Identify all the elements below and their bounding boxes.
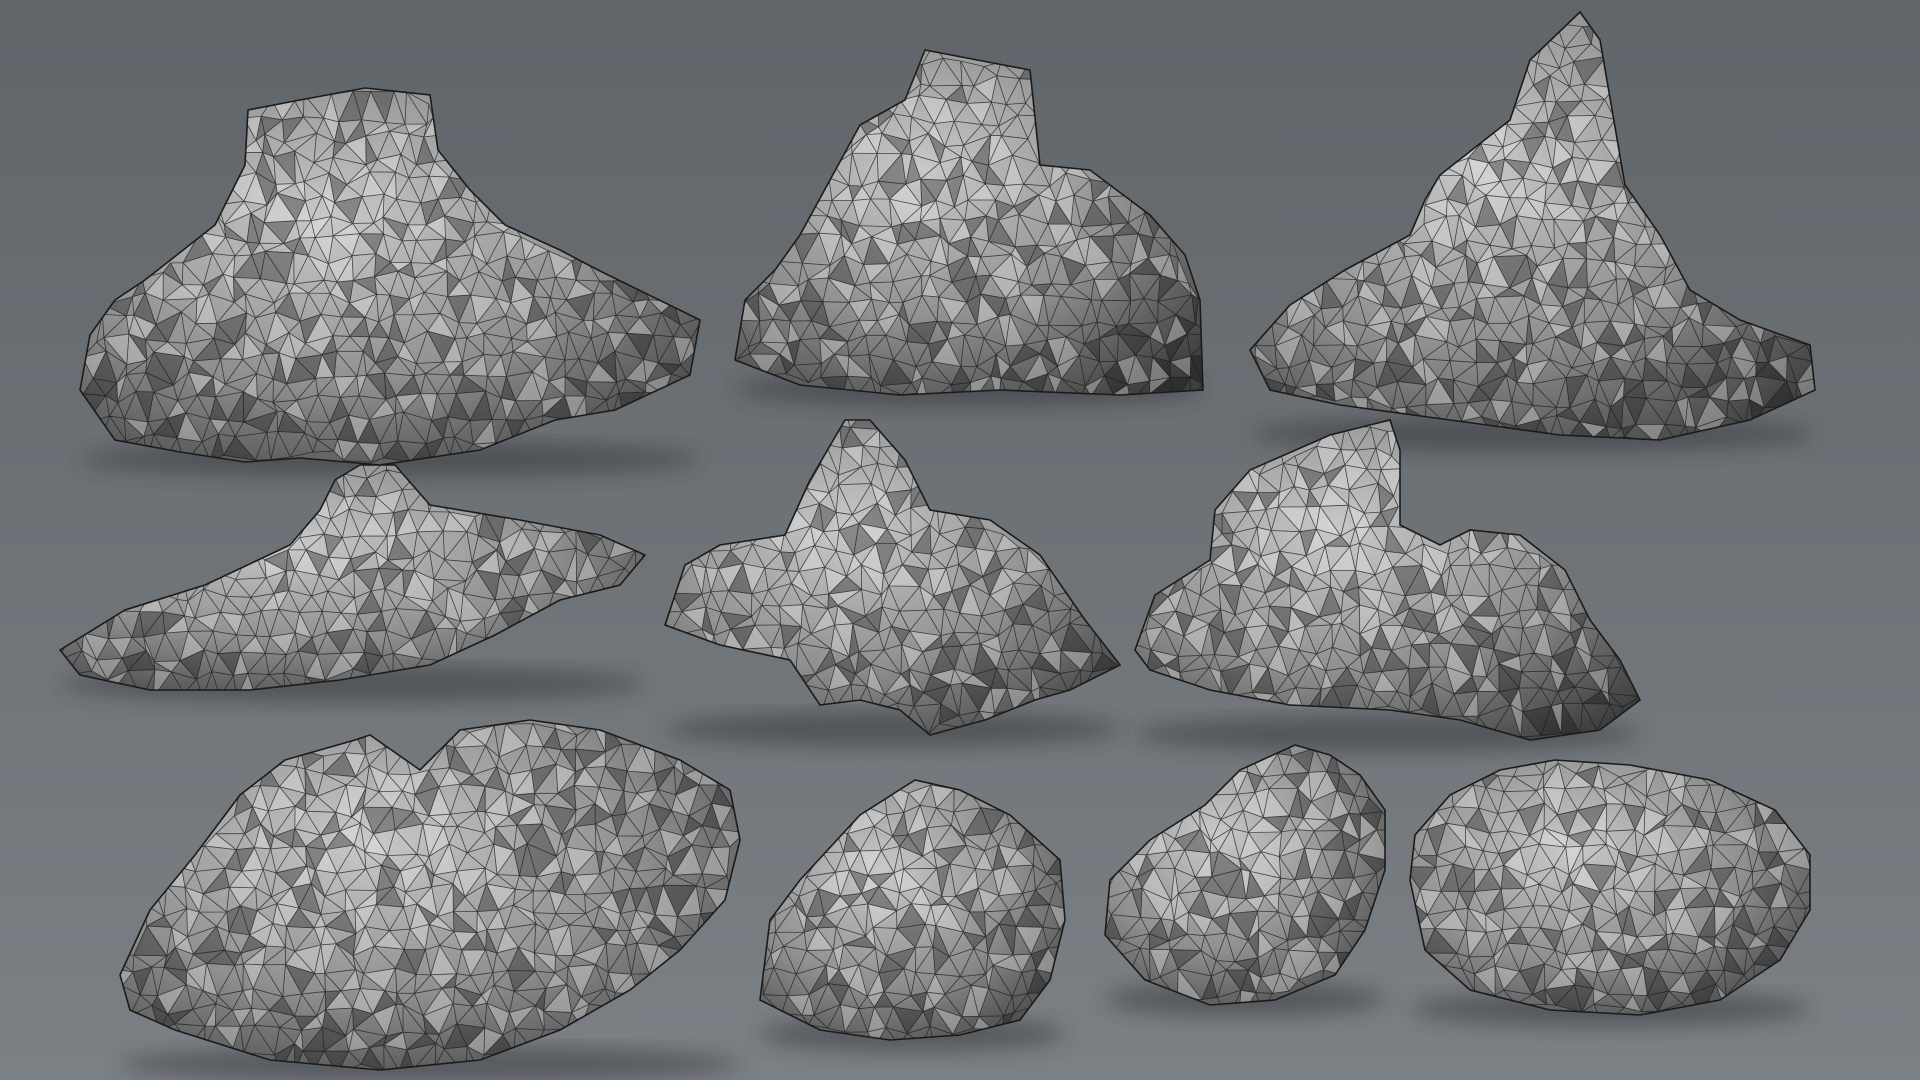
viewport [0, 0, 1920, 1080]
rock-shadow [665, 711, 1120, 747]
rock-asset-render [0, 0, 1920, 1080]
